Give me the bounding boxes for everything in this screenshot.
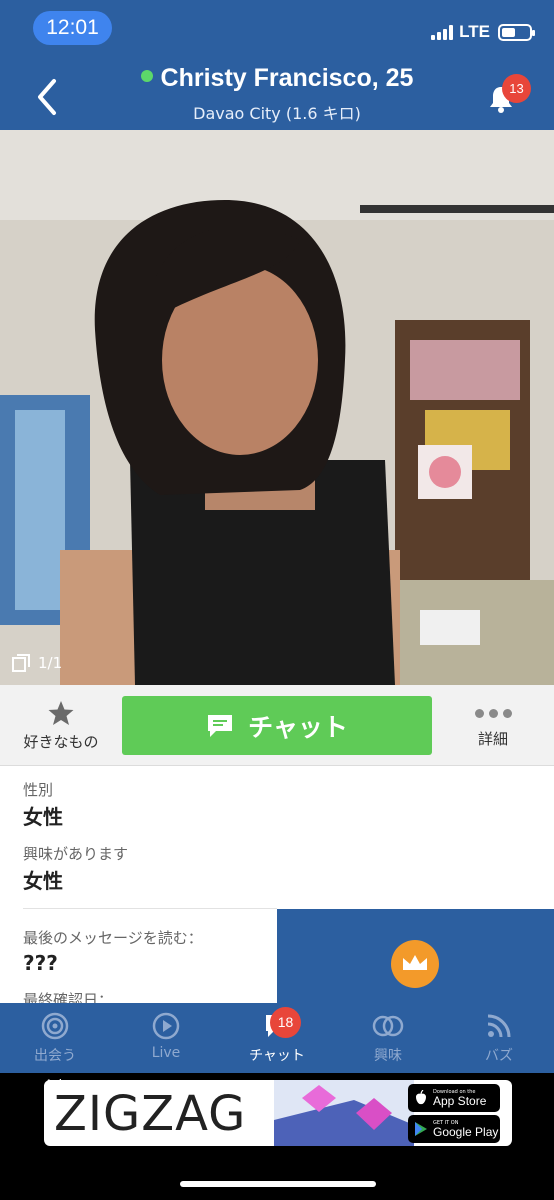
- photo-counter: 1/1: [12, 654, 62, 672]
- star-icon: [48, 701, 74, 725]
- photo-stack-icon: [12, 654, 30, 672]
- ad-brand: ZIGZAG: [54, 1086, 247, 1142]
- chat-bubble-icon: [208, 714, 233, 737]
- favorite-label: 好きなもの: [23, 733, 99, 751]
- divider: [23, 908, 277, 909]
- more-button[interactable]: 詳細: [458, 709, 528, 749]
- ad-banner[interactable]: ZIGZAG Download on the App Store GET IT …: [44, 1080, 512, 1146]
- google-play-button[interactable]: GET IT ON Google Play: [408, 1115, 500, 1143]
- rings-icon: [372, 1015, 404, 1037]
- play-store-icon: [415, 1122, 427, 1136]
- action-bar: 好きなもの チャット 詳細: [0, 685, 554, 766]
- last-message-value: ???: [23, 951, 58, 975]
- more-dots-icon: [458, 709, 528, 718]
- last-message-label: 最後のメッセージを読む：: [23, 929, 203, 947]
- notification-badge[interactable]: 13: [502, 74, 531, 103]
- play-icon: [152, 1012, 180, 1040]
- status-indicators: LTE: [431, 22, 535, 42]
- nav-meet[interactable]: 出会う: [0, 1011, 110, 1065]
- online-status-dot: [140, 70, 153, 82]
- play-big: Google Play: [433, 1124, 499, 1139]
- chat-button-label: チャット: [248, 712, 348, 742]
- target-icon: [41, 1012, 69, 1040]
- ad-label: Ad: [44, 1078, 63, 1094]
- nav-live-label: Live: [151, 1045, 181, 1061]
- network-type: LTE: [459, 22, 490, 41]
- premium-panel[interactable]: [277, 909, 554, 1007]
- chat-button[interactable]: チャット: [122, 696, 432, 755]
- profile-name: Christy Francisco, 25: [160, 64, 414, 92]
- app-store-big: App Store: [433, 1093, 487, 1108]
- gender-value: 女性: [23, 805, 63, 829]
- more-label: 詳細: [477, 730, 508, 748]
- nav-meet-label: 出会う: [34, 1048, 76, 1064]
- apple-icon: [416, 1090, 426, 1105]
- profile-photo[interactable]: [0, 130, 554, 685]
- signal-icon: [431, 24, 454, 40]
- nav-interests-label: 興味: [374, 1048, 402, 1064]
- gender-label: 性別: [23, 781, 54, 799]
- nav-interests[interactable]: 興味: [333, 1011, 443, 1065]
- favorite-button[interactable]: 好きなもの: [12, 699, 110, 752]
- profile-location: Davao City (1.6 キロ): [193, 104, 361, 123]
- home-indicator[interactable]: [180, 1181, 376, 1187]
- rss-icon: [487, 1014, 511, 1038]
- profile-name-row: Christy Francisco, 25: [0, 64, 554, 93]
- nav-live[interactable]: Live: [111, 1011, 221, 1061]
- interest-label: 興味があります: [23, 845, 129, 863]
- interest-value: 女性: [23, 869, 63, 893]
- chat-badge: 18: [270, 1007, 301, 1038]
- status-time: 12:01: [33, 11, 112, 45]
- app-store-button[interactable]: Download on the App Store: [408, 1084, 500, 1112]
- crown-button[interactable]: [391, 940, 439, 988]
- ad-graphic: [274, 1080, 414, 1146]
- nav-chat-label: チャット: [249, 1048, 305, 1064]
- crown-icon: [403, 955, 427, 970]
- photo-counter-text: 1/1: [38, 654, 63, 672]
- nav-buzz[interactable]: バズ: [444, 1011, 554, 1065]
- profile-details: 性別 女性 興味があります 女性 最後のメッセージを読む： ??? 最終確認日：: [0, 767, 554, 1007]
- battery-icon: [498, 23, 535, 41]
- nav-buzz-label: バズ: [485, 1048, 513, 1064]
